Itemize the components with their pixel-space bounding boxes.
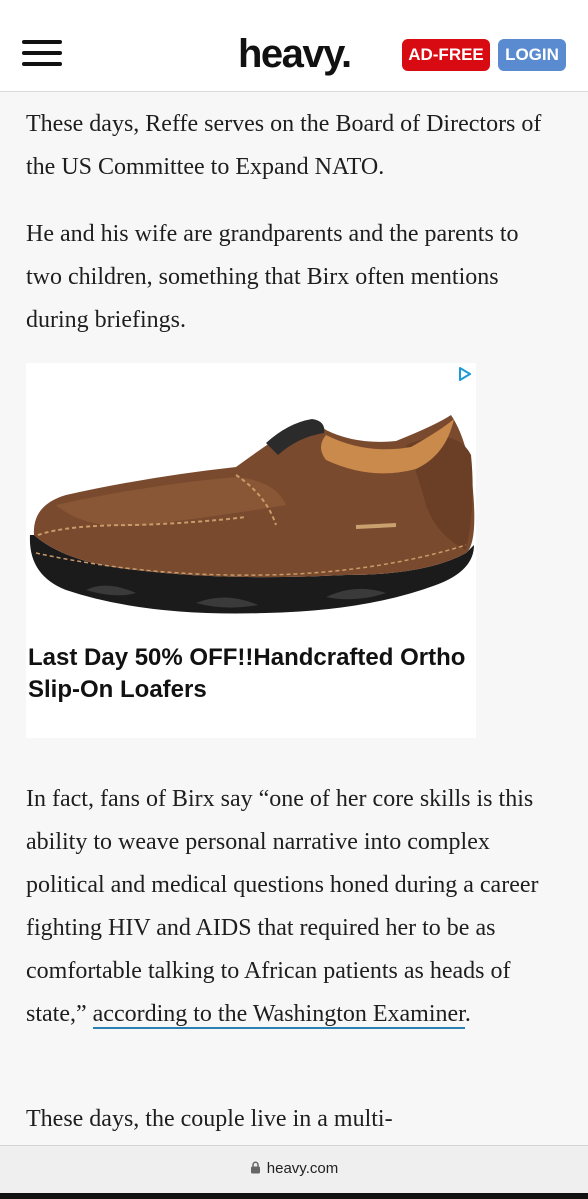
site-logo[interactable]: heavy. [238,30,352,78]
screen-bottom-edge [0,1193,588,1199]
paragraph-text: In fact, fans of Birx say “one of her co… [26,786,539,1027]
lock-icon [250,1161,260,1174]
menu-bar-line [22,62,62,66]
login-button[interactable]: LOGIN [498,39,566,71]
ad-headline[interactable]: Last Day 50% OFF!!Handcrafted Ortho Slip… [28,642,468,706]
sponsored-ad[interactable]: Last Day 50% OFF!!Handcrafted Ortho Slip… [26,363,476,738]
url-text: heavy.com [266,1160,339,1177]
article-paragraph: These days, Reffe serves on the Board of… [26,111,542,180]
browser-address-bar[interactable]: heavy.com [0,1145,588,1199]
site-header: heavy. AD-FREE LOGIN [0,0,588,92]
ad-shoe-image[interactable] [26,385,476,625]
article-paragraph: In fact, fans of Birx say “one of her co… [26,778,556,1036]
address-display[interactable]: heavy.com [0,1160,588,1177]
hamburger-menu-icon[interactable] [22,40,62,68]
ad-free-button[interactable]: AD-FREE [402,39,490,71]
menu-bar-line [22,51,62,55]
washington-examiner-link[interactable]: according to the Washington Examiner [92,1001,465,1029]
menu-bar-line [22,40,62,44]
article-paragraph: He and his wife are grandparents and the… [26,221,519,333]
article-paragraph: These days, the couple live in a multi- [26,1106,393,1132]
ad-choices-icon[interactable] [457,366,473,382]
paragraph-end: . [464,1001,471,1027]
